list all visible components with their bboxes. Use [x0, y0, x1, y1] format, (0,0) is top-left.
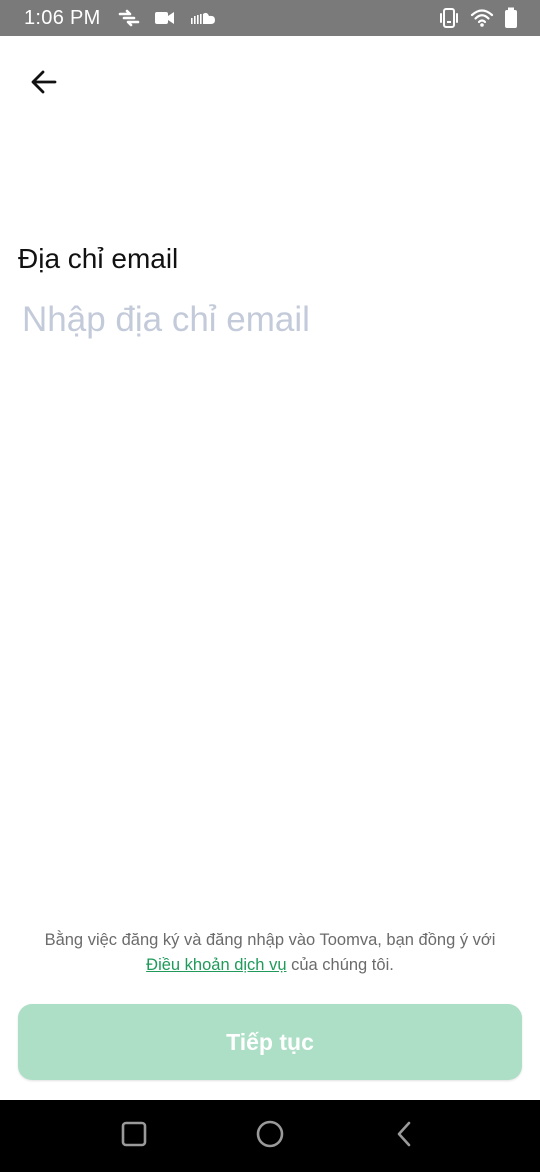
wifi-icon — [470, 8, 494, 28]
email-label: Địa chỉ email — [18, 243, 179, 274]
continue-button-label: Tiếp tục — [226, 1028, 314, 1055]
video-camera-icon — [154, 10, 176, 26]
battery-icon — [504, 7, 518, 29]
back-nav-icon — [393, 1120, 415, 1153]
status-right-icons — [438, 7, 518, 29]
arrow-left-icon — [30, 68, 58, 101]
status-time: 1:06 PM — [24, 7, 101, 29]
navigation-bar — [0, 1100, 540, 1172]
sync-icon — [118, 8, 140, 28]
email-signin-screen: 1:06 PM Địa chỉ email Nhập địa chỉ email… — [0, 0, 540, 1172]
terms-text: Bằng việc đăng ký và đăng nhập vào Toomv… — [16, 928, 524, 978]
status-bar: 1:06 PM — [0, 0, 540, 36]
terms-prefix: Bằng việc đăng ký và đăng nhập vào Toomv… — [44, 931, 496, 949]
home-button[interactable] — [246, 1112, 294, 1160]
continue-button[interactable]: Tiếp tục — [18, 1004, 522, 1080]
recents-button[interactable] — [110, 1112, 158, 1160]
terms-of-service-link[interactable]: Điều khoản dịch vụ — [146, 956, 286, 974]
back-nav-button[interactable] — [380, 1112, 428, 1160]
soundcloud-icon — [190, 11, 216, 25]
email-input[interactable] — [22, 294, 522, 346]
terms-suffix: của chúng tôi. — [286, 956, 394, 974]
home-icon — [255, 1119, 285, 1154]
status-left-icons — [118, 8, 216, 28]
vibrate-icon — [438, 7, 460, 29]
recents-icon — [120, 1120, 148, 1153]
back-button[interactable] — [20, 62, 68, 106]
